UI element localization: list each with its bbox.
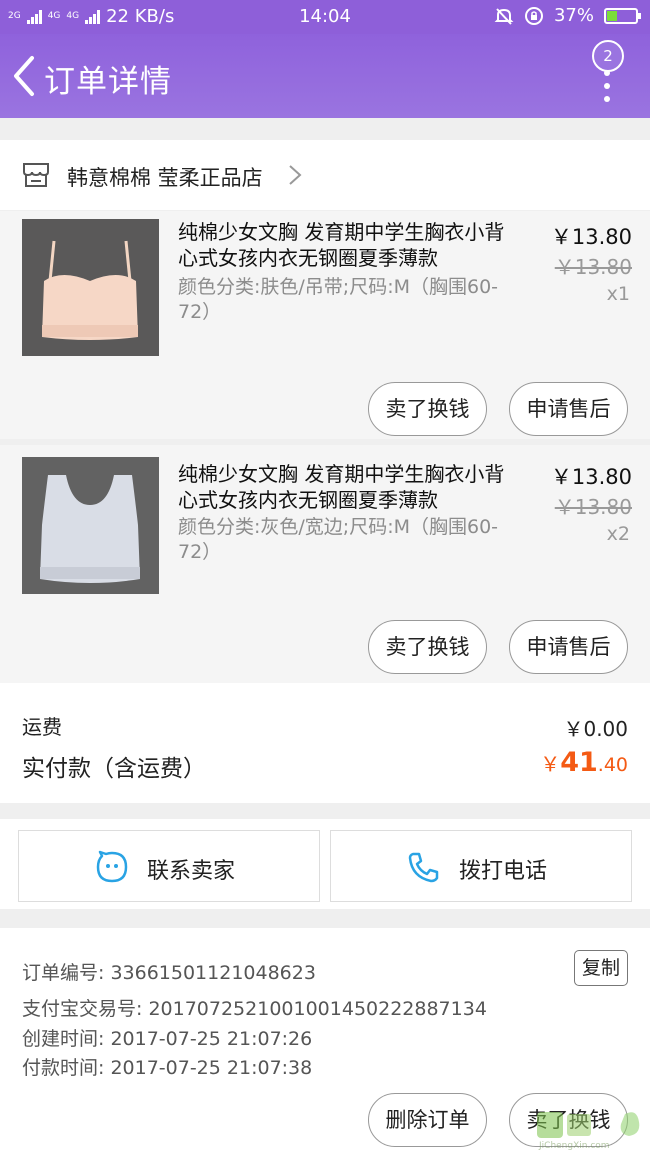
after-sale-button[interactable]: 申请售后 — [509, 382, 628, 436]
more-menu-button[interactable]: 2 — [592, 40, 632, 112]
copy-button[interactable]: 复制 — [574, 950, 628, 986]
order-item[interactable]: 纯棉少女文胸 发育期中学生胸衣小背心式女孩内衣无钢圈夏季薄款 颜色分类:灰色/宽… — [0, 445, 650, 683]
battery-icon — [604, 7, 641, 24]
product-title[interactable]: 纯棉少女文胸 发育期中学生胸衣小背心式女孩内衣无钢圈夏季薄款 — [178, 461, 513, 513]
product-price: ￥13.80 — [550, 465, 632, 489]
status-bar: 2G 4G 4G 22 KB/s 14:04 37% — [0, 0, 650, 34]
paid-time: 付款时间: 2017-07-25 21:07:38 — [22, 1057, 313, 1079]
shipping-label: 运费 — [22, 715, 62, 739]
app-header: 订单详情 2 — [0, 34, 650, 118]
paid-integer: 41 — [560, 747, 598, 778]
product-sku: 颜色分类:肤色/吊带;尺码:M（胸围60-72） — [178, 276, 499, 323]
product-quantity: x2 — [606, 523, 630, 545]
battery-fill — [607, 10, 618, 21]
notification-badge: 2 — [592, 40, 624, 72]
page-title: 订单详情 — [44, 64, 172, 100]
order-item[interactable]: 纯棉少女文胸 发育期中学生胸衣小背心式女孩内衣无钢圈夏季薄款 颜色分类:肤色/吊… — [0, 211, 650, 439]
paid-currency: ￥ — [540, 752, 561, 776]
shop-name: 韩意棉棉 莹柔正品店 — [67, 166, 263, 190]
alipay-trade-number: 支付宝交易号: 2017072521001001450222887134 — [22, 998, 487, 1020]
chat-bubble-icon — [96, 850, 128, 883]
contact-seller-label: 联系卖家 — [147, 859, 236, 884]
site-watermark-logo: JiChengXin.com — [537, 1112, 640, 1151]
chevron-right-icon — [289, 165, 302, 185]
call-phone-label: 拨打电话 — [459, 859, 548, 884]
status-right: 37% — [494, 5, 641, 26]
product-image-peach-top[interactable] — [22, 219, 159, 356]
product-image-gray-top[interactable] — [22, 457, 159, 594]
lock-rotation-icon — [524, 6, 543, 25]
sell-button[interactable]: 卖了换钱 — [368, 382, 487, 436]
more-dots-icon — [604, 70, 610, 109]
product-sku: 颜色分类:灰色/宽边;尺码:M（胸围60-72） — [178, 516, 499, 563]
paid-decimal: .40 — [597, 754, 628, 776]
watermark-text: JiChengXin.com — [538, 1141, 610, 1151]
call-phone-button[interactable]: 拨打电话 — [330, 830, 632, 902]
sell-button[interactable]: 卖了换钱 — [368, 620, 487, 674]
product-price: ￥13.80 — [550, 225, 632, 249]
product-original-price: ￥13.80 — [554, 255, 632, 279]
back-arrow-icon[interactable] — [8, 54, 40, 98]
product-title[interactable]: 纯棉少女文胸 发育期中学生胸衣小背心式女孩内衣无钢圈夏季薄款 — [178, 219, 513, 271]
created-time: 创建时间: 2017-07-25 21:07:26 — [22, 1028, 313, 1050]
product-quantity: x1 — [606, 283, 630, 305]
mute-bell-icon — [494, 7, 514, 25]
contact-seller-button[interactable]: 联系卖家 — [18, 830, 320, 902]
phone-icon — [408, 852, 439, 883]
store-icon — [23, 163, 49, 187]
shipping-value: ￥0.00 — [563, 717, 628, 741]
after-sale-button[interactable]: 申请售后 — [509, 620, 628, 674]
shop-row[interactable]: 韩意棉棉 莹柔正品店 — [0, 140, 650, 210]
battery-percent: 37% — [553, 5, 594, 26]
delete-order-button[interactable]: 删除订单 — [368, 1093, 487, 1147]
contact-bar: 联系卖家 拨打电话 — [0, 819, 650, 909]
paid-label: 实付款（含运费） — [22, 756, 206, 782]
paid-amount: ￥41.40 — [540, 747, 628, 778]
order-number: 订单编号: 33661501121048623 — [22, 962, 316, 984]
product-original-price: ￥13.80 — [554, 495, 632, 519]
order-totals: 运费 ￥0.00 实付款（含运费） ￥41.40 — [0, 683, 650, 803]
